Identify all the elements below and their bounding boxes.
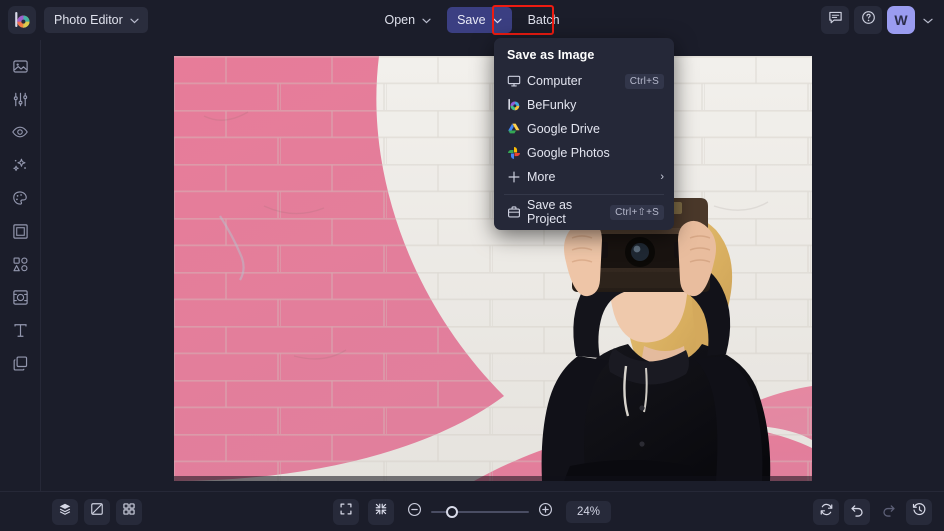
sidebar-item-edit[interactable]: [0, 52, 40, 85]
undo-button[interactable]: [844, 499, 870, 525]
sidebar-item-graphics[interactable]: [0, 250, 40, 283]
shapes-icon: [12, 256, 29, 278]
undo-icon: [850, 502, 865, 522]
zoom-out-button[interactable]: [407, 502, 422, 522]
redo-icon: [881, 502, 896, 522]
plus-circle-icon: [538, 502, 553, 522]
sidebar-item-artsy[interactable]: [0, 184, 40, 217]
zoom-level-value[interactable]: 24%: [566, 501, 611, 523]
sidebar-item-touch-up[interactable]: [0, 85, 40, 118]
befunky-photo-editor-window: Photo Editor Open Save Batch: [0, 0, 944, 531]
help-button[interactable]: [854, 6, 882, 34]
history-clock-icon: [912, 502, 927, 522]
editor-canvas[interactable]: [41, 40, 944, 491]
chevron-down-icon: [923, 11, 933, 29]
chevron-down-icon: [493, 13, 502, 27]
palette-icon: [11, 189, 29, 212]
menu-divider: [504, 194, 664, 195]
reset-icon: [819, 502, 834, 522]
account-menu-button[interactable]: [920, 11, 936, 29]
save-to-computer-shortcut: Ctrl+S: [625, 74, 664, 89]
save-to-google-drive-label: Google Drive: [527, 122, 664, 136]
top-toolbar: Photo Editor Open Save Batch: [0, 0, 944, 40]
zoom-slider-handle[interactable]: [446, 506, 458, 518]
layers-icon: [12, 355, 29, 377]
save-to-google-drive-item[interactable]: Google Drive: [494, 117, 674, 141]
sliders-icon: [12, 91, 29, 113]
sidebar-item-effects[interactable]: [0, 151, 40, 184]
feedback-button[interactable]: [821, 6, 849, 34]
frame-icon: [12, 223, 29, 245]
sidebar-item-layers[interactable]: [0, 349, 40, 382]
overlay-icon: [12, 289, 29, 311]
chevron-right-icon: ›: [660, 171, 664, 183]
chevron-down-icon: [422, 13, 431, 27]
reset-button[interactable]: [813, 499, 839, 525]
plus-icon: [507, 170, 527, 184]
save-to-computer-label: Computer: [527, 74, 625, 88]
fit-to-screen-icon: [339, 502, 353, 521]
save-to-befunky-label: BeFunky: [527, 98, 664, 112]
batch-menu-button[interactable]: Batch: [518, 7, 570, 33]
bottom-right-tools: [813, 499, 932, 525]
zoom-in-button[interactable]: [538, 502, 553, 522]
save-more-options-item[interactable]: More ›: [494, 165, 674, 189]
batch-menu-label: Batch: [528, 13, 560, 27]
left-tool-sidebar: [0, 40, 40, 531]
save-as-project-shortcut: Ctrl+⇧+S: [610, 205, 664, 220]
save-menu-label: Save: [457, 13, 486, 27]
zoom-controls: 24%: [0, 499, 944, 525]
open-menu-button[interactable]: Open: [374, 7, 441, 33]
message-icon: [828, 10, 843, 30]
zoom-slider[interactable]: [431, 505, 529, 519]
save-as-image-header: Save as Image: [494, 46, 674, 69]
sidebar-item-overlays[interactable]: [0, 283, 40, 316]
google-drive-icon: [507, 122, 527, 136]
save-more-options-label: More: [527, 170, 660, 184]
save-as-project-item[interactable]: Save as Project Ctrl+⇧+S: [494, 200, 674, 224]
eye-icon: [11, 123, 29, 146]
sidebar-item-frames[interactable]: [0, 217, 40, 250]
save-menu-button[interactable]: Save: [447, 7, 512, 33]
actual-size-button[interactable]: [368, 499, 394, 525]
bottom-toolbar: 24%: [0, 491, 944, 531]
sidebar-item-retouch[interactable]: [0, 118, 40, 151]
avatar-initial: W: [894, 12, 907, 28]
google-photos-icon: [507, 146, 527, 160]
save-to-google-photos-item[interactable]: Google Photos: [494, 141, 674, 165]
main-menu-bar: Open Save Batch: [0, 7, 944, 33]
sidebar-item-text[interactable]: [0, 316, 40, 349]
save-to-computer-item[interactable]: Computer Ctrl+S: [494, 69, 674, 93]
help-circle-icon: [861, 10, 876, 30]
photo-illustration: [174, 56, 812, 481]
save-to-google-photos-label: Google Photos: [527, 146, 664, 160]
redo-button[interactable]: [875, 499, 901, 525]
minus-circle-icon: [407, 502, 422, 522]
save-to-befunky-item[interactable]: BeFunky: [494, 93, 674, 117]
fit-to-screen-button[interactable]: [333, 499, 359, 525]
user-avatar[interactable]: W: [887, 6, 915, 34]
top-right-controls: W: [821, 6, 936, 34]
image-icon: [12, 58, 29, 80]
photo-preview[interactable]: [174, 56, 812, 481]
history-button[interactable]: [906, 499, 932, 525]
text-t-icon: [12, 322, 29, 344]
briefcase-icon: [507, 205, 527, 219]
sparkles-icon: [11, 156, 29, 179]
open-menu-label: Open: [384, 13, 415, 27]
monitor-icon: [507, 74, 527, 88]
befunky-logo-icon: [507, 98, 527, 112]
shrink-icon: [374, 502, 388, 521]
save-as-project-label: Save as Project: [527, 198, 610, 226]
save-dropdown-menu: Save as Image Computer Ctrl+S: [494, 38, 674, 230]
